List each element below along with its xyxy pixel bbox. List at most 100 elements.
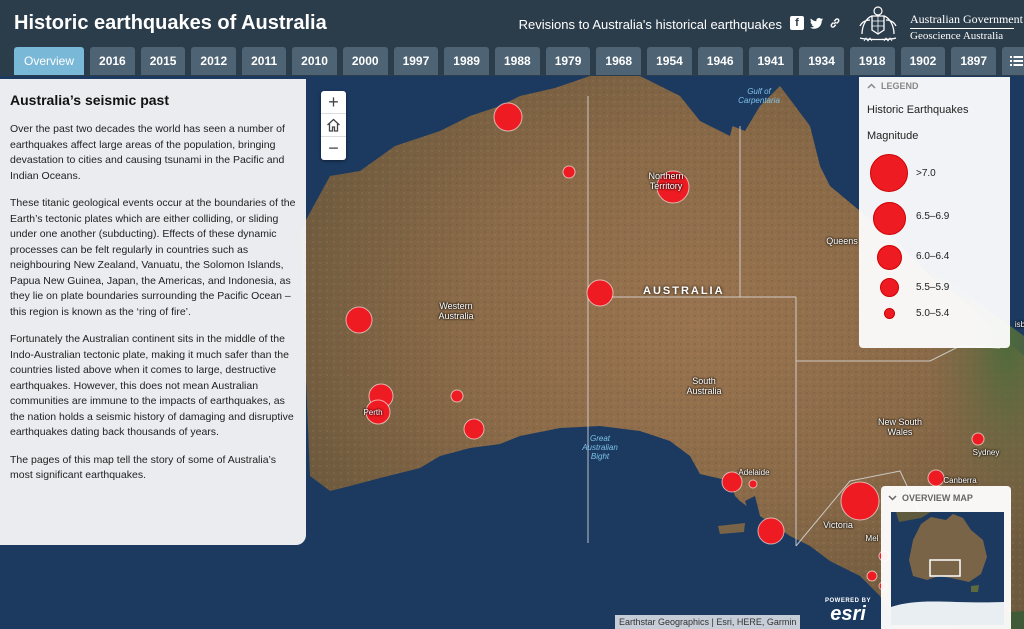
- legend-symbol: [873, 202, 906, 235]
- tab-1934[interactable]: 1934: [799, 47, 844, 75]
- story-paragraph: The pages of this map tell the story of …: [10, 453, 276, 482]
- legend-item: 6.5–6.9: [859, 202, 1010, 235]
- label-canberra: Canberra: [943, 476, 977, 485]
- tab-1954[interactable]: 1954: [647, 47, 692, 75]
- earthquake-marker[interactable]: [586, 279, 614, 307]
- tab-1902[interactable]: 1902: [900, 47, 946, 75]
- legend-symbol: [884, 308, 895, 319]
- story-paragraph: Fortunately the Australian continent sit…: [10, 333, 294, 438]
- label-great-australian-bight: Great Australian Bight: [582, 434, 618, 461]
- legend-item: 5.5–5.9: [859, 278, 1010, 308]
- revisions-link[interactable]: Revisions to Australia's historical eart…: [519, 17, 782, 32]
- logo-line-2: Geoscience Australia: [910, 30, 1004, 42]
- label-western-australia: Western Australia: [438, 301, 474, 321]
- earthquake-marker[interactable]: [866, 570, 878, 582]
- zoom-out-button[interactable]: −: [321, 137, 346, 160]
- tab-1988[interactable]: 1988: [494, 47, 540, 75]
- legend-symbol: [880, 278, 899, 297]
- facebook-icon[interactable]: f: [790, 16, 804, 30]
- coat-of-arms-icon: [859, 6, 897, 42]
- legend-label: >7.0: [916, 168, 936, 179]
- tab-2000[interactable]: 2000: [342, 47, 388, 75]
- earthquake-marker[interactable]: [493, 102, 523, 132]
- story-panel: Australia’s seismic past Over the past t…: [0, 79, 306, 545]
- tab-1989[interactable]: 1989: [444, 47, 489, 75]
- earthquake-marker[interactable]: [840, 481, 880, 521]
- tab-1946[interactable]: 1946: [697, 47, 743, 75]
- legend-layer-title: Historic Earthquakes: [867, 104, 969, 116]
- esri-wordmark: esri: [830, 603, 866, 625]
- legend-panel: LEGEND Historic Earthquakes Magnitude >7…: [859, 77, 1010, 348]
- label-victoria: Victoria: [823, 520, 853, 530]
- label-adelaide: Adelaide: [738, 468, 770, 477]
- home-icon: [327, 118, 340, 132]
- twitter-icon[interactable]: [809, 16, 823, 30]
- earthquake-marker[interactable]: [562, 165, 576, 179]
- logo-line-1: Australian Government: [910, 12, 1023, 26]
- tab-2011[interactable]: 2011: [242, 47, 287, 75]
- logo-divider: [910, 28, 1014, 29]
- story-paragraph: These titanic geological events occur at…: [10, 197, 296, 318]
- earthquake-marker[interactable]: [450, 389, 464, 403]
- tab-1979[interactable]: 1979: [545, 47, 591, 75]
- map-attribution: Earthstar Geographics | Esri, HERE, Garm…: [615, 615, 801, 629]
- label-perth: Perth: [363, 408, 383, 417]
- link-icon[interactable]: [828, 16, 842, 30]
- legend-item: 5.0–5.4: [859, 308, 1010, 338]
- overview-map[interactable]: [891, 512, 1004, 625]
- legend-symbol: [870, 154, 908, 192]
- story-paragraph: Over the past two decades the world has …: [10, 123, 285, 182]
- overview-basemap: [891, 512, 1004, 625]
- page-title: Historic earthquakes of Australia: [14, 12, 327, 34]
- story-title: Australia’s seismic past: [10, 92, 170, 108]
- tab-2012[interactable]: 2012: [191, 47, 237, 75]
- zoom-in-button[interactable]: +: [321, 91, 346, 114]
- earthquake-marker[interactable]: [345, 306, 373, 334]
- tab-2015[interactable]: 2015: [140, 47, 186, 75]
- tab-1941[interactable]: 1941: [748, 47, 794, 75]
- app-window: Historic earthquakes of Australia Revisi…: [0, 0, 1024, 629]
- header: Historic earthquakes of Australia Revisi…: [0, 0, 1024, 76]
- home-button[interactable]: [321, 114, 346, 137]
- legend-symbol: [877, 245, 902, 270]
- label-south-australia: South Australia: [686, 376, 722, 396]
- chevron-up-icon: [867, 83, 876, 89]
- legend-label: 6.0–6.4: [916, 251, 950, 262]
- legend-item: 6.0–6.4: [859, 245, 1010, 275]
- legend-toggle[interactable]: LEGEND: [859, 77, 1010, 95]
- earthquake-marker[interactable]: [748, 479, 758, 489]
- legend-field-title: Magnitude: [867, 130, 919, 142]
- label-sydney: Sydney: [972, 448, 1000, 457]
- label-new-south-wales: New South Wales: [877, 417, 923, 437]
- label-queensland: Queens: [826, 236, 858, 246]
- earthquake-marker[interactable]: [971, 432, 985, 446]
- year-tabs: Overview 2016 2015 2012 2011 2010 2000 1997 1989…: [14, 47, 1024, 75]
- esri-logo[interactable]: POWERED BY esri: [825, 598, 871, 624]
- legend-item: >7.0: [859, 154, 1010, 192]
- government-logo[interactable]: Australian Government Geoscience Austral…: [852, 4, 1023, 44]
- legend-heading: LEGEND: [881, 81, 919, 91]
- label-brisbane: isb: [1014, 320, 1024, 329]
- chevron-down-icon: [888, 495, 897, 501]
- list-icon: [1010, 56, 1024, 66]
- earthquake-marker[interactable]: [463, 418, 485, 440]
- label-gulf-of-carpentaria: Gulf of Carpentaria: [738, 87, 780, 105]
- overview-toggle[interactable]: OVERVIEW MAP: [881, 490, 1011, 506]
- overview-map-panel: OVERVIEW MAP: [881, 486, 1011, 629]
- tab-1997[interactable]: 1997: [393, 47, 439, 75]
- tab-1897[interactable]: 1897: [951, 47, 997, 75]
- legend-label: 5.5–5.9: [916, 282, 950, 293]
- legend-label: 5.0–5.4: [916, 308, 950, 319]
- legend-label: 6.5–6.9: [916, 211, 950, 222]
- tab-1918[interactable]: 1918: [849, 47, 895, 75]
- tab-overview[interactable]: Overview: [14, 47, 85, 75]
- label-australia: AUSTRALIA: [643, 285, 725, 297]
- list-menu-button[interactable]: [1002, 47, 1024, 75]
- tab-1968[interactable]: 1968: [596, 47, 642, 75]
- zoom-controls: + −: [321, 91, 346, 160]
- overview-heading: OVERVIEW MAP: [902, 493, 973, 503]
- tab-2010[interactable]: 2010: [292, 47, 337, 75]
- label-northern-territory: Northern Territory: [648, 171, 684, 191]
- tab-2016[interactable]: 2016: [90, 47, 135, 75]
- earthquake-marker[interactable]: [757, 517, 785, 545]
